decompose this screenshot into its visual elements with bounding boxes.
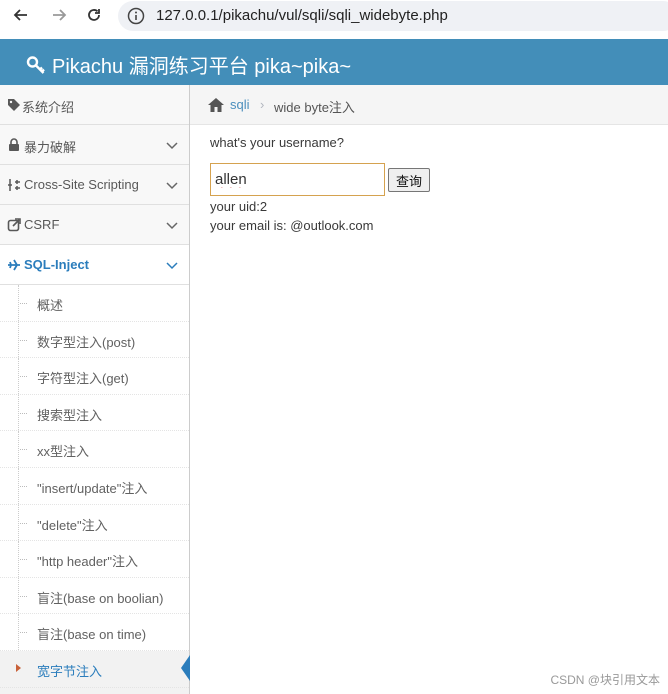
submenu-item-string-get[interactable]: 字符型注入(get) bbox=[0, 358, 189, 395]
submenu-item-xx[interactable]: xx型注入 bbox=[0, 431, 189, 468]
breadcrumb-link-sqli[interactable]: sqli bbox=[230, 97, 250, 112]
submenu-item-label: 宽字节注入 bbox=[37, 663, 103, 679]
browser-toolbar: 127.0.0.1/pikachu/vul/sqli/sqli_widebyte… bbox=[0, 0, 668, 33]
tree-tick bbox=[20, 485, 27, 487]
breadcrumb-separator: › bbox=[260, 97, 265, 112]
username-prompt: what's your username? bbox=[210, 135, 344, 150]
tree-line bbox=[18, 504, 19, 541]
key-icon bbox=[26, 56, 45, 74]
username-input[interactable] bbox=[210, 163, 385, 196]
watermark: CSDN @块引用文本 bbox=[550, 673, 660, 687]
tree-tick bbox=[20, 376, 27, 378]
sidebar-item-label: CSRF bbox=[24, 217, 60, 232]
forward-arrow-icon[interactable] bbox=[49, 7, 69, 27]
tree-tick bbox=[20, 449, 27, 451]
submenu-item-overview[interactable]: 概述 bbox=[0, 285, 189, 322]
tree-line bbox=[18, 358, 19, 394]
sidebar-item-csrf[interactable]: CSRF bbox=[0, 205, 189, 245]
submenu-item-blind-boolean[interactable]: 盲注(base on boolian) bbox=[0, 577, 189, 615]
tree-tick bbox=[20, 303, 27, 304]
submenu-item-label: 概述 bbox=[37, 298, 64, 313]
app-header: Pikachu 漏洞练习平台 pika~pika~ bbox=[0, 39, 668, 85]
tree-line bbox=[18, 577, 19, 614]
active-indicator bbox=[181, 654, 190, 681]
reload-icon[interactable] bbox=[84, 7, 104, 27]
submenu-item-insert-update[interactable]: "insert/update"注入 bbox=[0, 467, 189, 505]
submenu-item-label: "insert/update"注入 bbox=[37, 480, 148, 496]
submenu-item-label: 数字型注入(post) bbox=[37, 334, 136, 350]
submenu-item-label: 字符型注入(get) bbox=[37, 371, 129, 387]
url-text[interactable]: 127.0.0.1/pikachu/vul/sqli/sqli_widebyte… bbox=[156, 7, 448, 24]
submenu-item-label: "http header"注入 bbox=[37, 554, 139, 570]
submenu-item-label: 盲注(base on time) bbox=[37, 627, 147, 643]
submenu-item-search[interactable]: 搜索型注入 bbox=[0, 394, 189, 432]
plane-icon bbox=[7, 258, 21, 272]
home-icon[interactable] bbox=[207, 97, 225, 113]
tree-line bbox=[18, 285, 19, 321]
tree-tick bbox=[20, 339, 27, 341]
tree-line bbox=[18, 431, 19, 467]
back-arrow-icon[interactable] bbox=[11, 7, 31, 27]
sliders-icon bbox=[7, 178, 21, 192]
sidebar-item-label: 系统介绍 bbox=[22, 100, 75, 115]
sidebar: 系统介绍 暴力破解 Cross-Site Scripting CSRF SQL-… bbox=[0, 85, 190, 694]
sidebar-item-label: SQL-Inject bbox=[24, 257, 90, 272]
tree-line bbox=[18, 614, 19, 650]
sidebar-item-brute-force[interactable]: 暴力破解 bbox=[0, 125, 189, 165]
breadcrumb-current: wide byte注入 bbox=[274, 100, 355, 115]
breadcrumb: sqli › wide byte注入 bbox=[190, 85, 668, 125]
sidebar-item-sqli[interactable]: SQL-Inject bbox=[0, 245, 189, 285]
tag-icon bbox=[7, 98, 21, 112]
chevron-down-icon bbox=[166, 179, 178, 191]
tree-tick bbox=[20, 632, 27, 634]
tree-tick bbox=[20, 559, 27, 561]
submenu-item-label: xx型注入 bbox=[37, 444, 90, 460]
address-bar[interactable]: 127.0.0.1/pikachu/vul/sqli/sqli_widebyte… bbox=[118, 1, 668, 31]
submenu-item-wide-byte[interactable]: 宽字节注入 bbox=[0, 650, 190, 688]
sqli-submenu: 概述 数字型注入(post) 字符型注入(get) 搜索型注入 xx型注入 "i… bbox=[0, 285, 190, 688]
submenu-item-label: "delete"注入 bbox=[37, 517, 108, 533]
chevron-down-icon bbox=[166, 139, 178, 151]
tree-line bbox=[18, 394, 19, 431]
tree-line bbox=[18, 541, 19, 577]
site-info-icon[interactable] bbox=[127, 7, 145, 25]
submenu-item-numeric-post[interactable]: 数字型注入(post) bbox=[0, 321, 189, 359]
submenu-item-label: 搜索型注入 bbox=[37, 407, 103, 423]
chevron-down-icon bbox=[166, 219, 178, 231]
result-email: your email is: @outlook.com bbox=[210, 218, 374, 233]
result-uid: your uid:2 bbox=[210, 199, 268, 214]
lock-icon bbox=[7, 138, 21, 152]
tree-tick bbox=[20, 412, 27, 414]
sidebar-item-label: Cross-Site Scripting bbox=[24, 177, 139, 192]
submenu-item-label: 盲注(base on boolian) bbox=[37, 590, 164, 606]
submenu-item-delete[interactable]: "delete"注入 bbox=[0, 504, 189, 542]
sidebar-item-label: 暴力破解 bbox=[24, 140, 77, 155]
tree-line bbox=[18, 321, 19, 358]
tree-tick bbox=[20, 595, 27, 597]
chevron-down-icon bbox=[166, 259, 178, 271]
caret-right-icon bbox=[16, 663, 21, 672]
external-link-icon bbox=[7, 218, 21, 232]
app-title[interactable]: Pikachu 漏洞练习平台 pika~pika~ bbox=[26, 50, 351, 79]
sidebar-item-intro[interactable]: 系统介绍 bbox=[0, 85, 189, 125]
tree-tick bbox=[20, 522, 27, 524]
query-button[interactable]: 查询 bbox=[388, 168, 430, 192]
submenu-item-blind-time[interactable]: 盲注(base on time) bbox=[0, 614, 189, 651]
submenu-item-http-header[interactable]: "http header"注入 bbox=[0, 541, 189, 578]
sidebar-item-xss[interactable]: Cross-Site Scripting bbox=[0, 165, 189, 205]
tree-line bbox=[18, 467, 19, 504]
app-title-text: Pikachu 漏洞练习平台 pika~pika~ bbox=[52, 56, 352, 78]
